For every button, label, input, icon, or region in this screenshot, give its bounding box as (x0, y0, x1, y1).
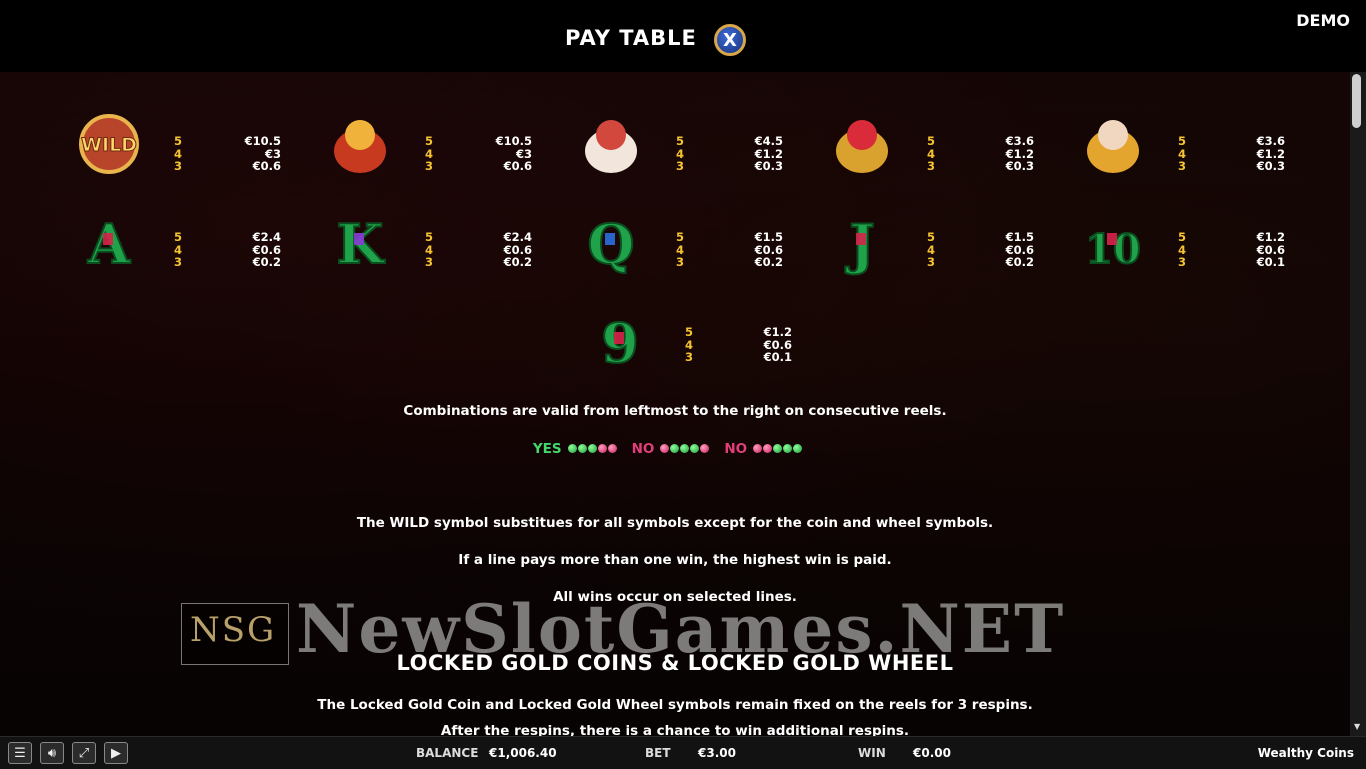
payout-value: €0.2 (252, 255, 281, 270)
green-dot-icon (793, 444, 803, 453)
green-dot-icon (773, 444, 783, 453)
symbol-gem (1107, 233, 1117, 245)
character-head (345, 120, 375, 150)
paytable-header: PAY TABLE X DEMO (0, 0, 1366, 72)
close-button[interactable]: X (714, 24, 746, 56)
combinations-text: Combinations are valid from leftmost to … (403, 403, 947, 419)
green-dot-icon (577, 444, 587, 453)
payout-value: €0.2 (754, 255, 783, 270)
no-label: NO (631, 441, 655, 457)
payout-value: €0.3 (754, 159, 783, 174)
watermark-logo-letters: NSG (190, 610, 277, 650)
locked-section-title: LOCKED GOLD COINS & LOCKED GOLD WHEEL (396, 651, 954, 675)
symbol-gem (354, 233, 364, 245)
pink-dot-icon (607, 444, 617, 453)
symbol-K-icon: K (327, 211, 393, 277)
symbol-gem (103, 233, 113, 245)
symbol-gem (856, 233, 866, 245)
green-dot-icon (587, 444, 597, 453)
symbol-gem (614, 332, 624, 344)
multiplier-label: 3 (685, 350, 694, 365)
multiplier-label: 3 (676, 255, 685, 270)
reel-dots (753, 441, 803, 457)
autoplay-icon[interactable]: ▶ (104, 742, 128, 764)
multiplier-label: 3 (1178, 159, 1187, 174)
green-dot-icon (670, 444, 680, 453)
bet-value: €3.00 (698, 746, 736, 760)
symbol-10-icon: 10 (1080, 211, 1146, 277)
character-head (596, 120, 626, 150)
page-title: PAY TABLE (565, 26, 697, 50)
combination-example: NO (632, 441, 711, 457)
sound-icon[interactable]: 🔊︎ (40, 742, 64, 764)
multiplier-label: 3 (927, 255, 936, 270)
reel-dots (660, 441, 710, 457)
multiplier-label: 3 (1178, 255, 1187, 270)
locked-text-1: The Locked Gold Coin and Locked Gold Whe… (317, 697, 1033, 713)
demo-badge: DEMO (1296, 11, 1350, 30)
multiplier-label: 3 (676, 159, 685, 174)
balance-label: BALANCE (416, 746, 479, 760)
fullscreen-icon[interactable]: ⤢ (72, 742, 96, 764)
menu-icon[interactable]: ☰ (8, 742, 32, 764)
multiplier-label: 3 (425, 159, 434, 174)
multiplier-label: 3 (927, 159, 936, 174)
wild-rule-text: The WILD symbol substitues for all symbo… (356, 515, 994, 531)
symbol-A-icon: A (76, 211, 142, 277)
symbol-toad-girl-icon (829, 111, 895, 177)
symbol-lion-icon (578, 111, 644, 177)
combination-examples: YES NO NO (0, 441, 1350, 457)
reel-dots (567, 441, 618, 457)
multiplier-label: 3 (425, 255, 434, 270)
symbol-J-icon: J (829, 211, 895, 277)
green-dot-icon (567, 444, 577, 453)
payout-value: €0.6 (252, 159, 281, 174)
symbol-9-icon: 9 (587, 310, 653, 376)
pink-dot-icon (763, 444, 773, 453)
character-head (1098, 120, 1128, 150)
multiplier-label: 3 (174, 159, 183, 174)
combination-example: NO (724, 441, 803, 457)
green-dot-icon (690, 444, 700, 453)
combination-example: YES (533, 441, 618, 457)
yes-label: YES (532, 441, 562, 457)
green-dot-icon (783, 444, 793, 453)
payout-value: €0.6 (503, 159, 532, 174)
scrollbar-thumb[interactable] (1352, 74, 1361, 128)
character-head (847, 120, 877, 150)
close-icon: X (723, 29, 737, 51)
payout-value: €0.3 (1256, 159, 1285, 174)
symbol-wild-icon: WILD (76, 111, 142, 177)
scrollbar[interactable] (1350, 72, 1366, 736)
line-rule-text: If a line pays more than one win, the hi… (458, 552, 892, 568)
payout-value: €0.1 (763, 350, 792, 365)
payout-value: €0.2 (1005, 255, 1034, 270)
symbol-fish-boy-icon (1080, 111, 1146, 177)
payout-value: €0.1 (1256, 255, 1285, 270)
symbol-Q-icon: Q (578, 211, 644, 277)
balance-value: €1,006.40 (489, 746, 557, 760)
bottom-bar: ☰ 🔊︎ ⤢ ▶ BALANCE €1,006.40 BET €3.00 WIN… (0, 736, 1366, 769)
green-dot-icon (680, 444, 690, 453)
pink-dot-icon (753, 444, 763, 453)
no-label: NO (724, 441, 748, 457)
win-value: €0.00 (913, 746, 951, 760)
symbol-god-of-wealth-icon (327, 111, 393, 177)
bet-label: BET (645, 746, 671, 760)
pink-dot-icon (660, 444, 670, 453)
pink-dot-icon (700, 444, 710, 453)
win-label: WIN (858, 746, 886, 760)
wild-label: WILD (81, 134, 137, 156)
pink-dot-icon (597, 444, 607, 453)
game-name: Wealthy Coins (1257, 746, 1354, 760)
multiplier-label: 3 (174, 255, 183, 270)
payout-value: €0.2 (503, 255, 532, 270)
symbol-gem (605, 233, 615, 245)
payout-value: €0.3 (1005, 159, 1034, 174)
scroll-down-icon[interactable]: ▼ (1354, 722, 1360, 731)
